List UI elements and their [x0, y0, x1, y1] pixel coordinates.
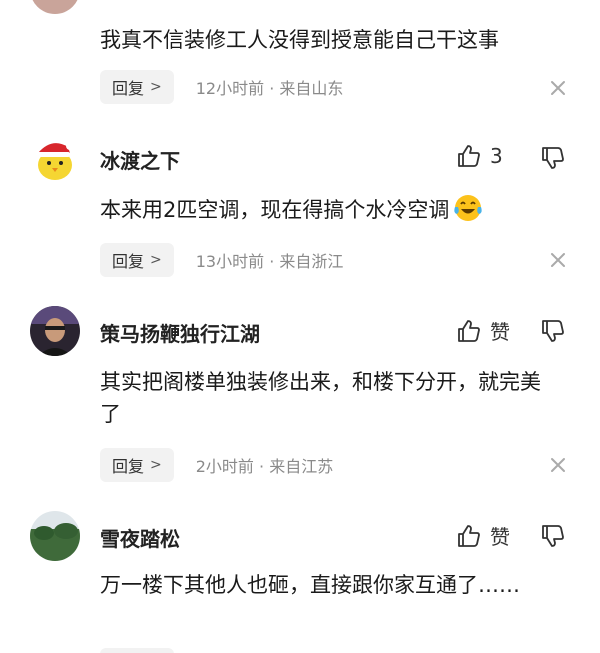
close-icon[interactable] — [548, 250, 568, 270]
reply-label: 回复 — [112, 457, 145, 476]
comment-meta: 12小时前 · 来自山东 — [195, 79, 344, 98]
reply-label: 回复 — [112, 252, 145, 271]
avatar[interactable] — [30, 133, 80, 183]
close-icon[interactable] — [548, 78, 568, 98]
person-avatar-image — [30, 306, 80, 356]
thumbs-up-icon — [458, 524, 480, 547]
dislike-button[interactable] — [540, 523, 566, 553]
chevron-right-icon: > — [150, 79, 162, 95]
close-icon[interactable] — [548, 455, 568, 475]
comment-meta-row: 回复 > — [100, 648, 174, 653]
thumbs-down-icon — [542, 147, 564, 169]
thumbs-up-icon — [458, 319, 480, 342]
comment-meta: 2小时前 · 来自江苏 — [195, 457, 334, 476]
reply-button[interactable]: 回复 > — [100, 448, 174, 482]
like-button[interactable]: 赞 — [456, 316, 510, 345]
thumbs-up-icon — [458, 145, 480, 167]
avatar[interactable] — [30, 306, 80, 356]
avatar[interactable] — [30, 0, 80, 14]
comment-text: 本来用2匹空调，现在得搞个水冷空调 — [100, 198, 450, 222]
comment-content: 万一楼下其他人也砸，直接跟你家互通了…… — [100, 573, 520, 597]
username[interactable]: 策马扬鞭独行江湖 — [100, 318, 260, 347]
like-count: 3 — [490, 144, 503, 168]
thumbs-down-icon — [542, 320, 564, 342]
username[interactable]: 冰渡之下 — [100, 145, 180, 174]
like-label: 赞 — [490, 320, 510, 344]
avatar[interactable] — [30, 511, 80, 561]
dislike-button[interactable] — [540, 318, 566, 348]
dislike-button[interactable] — [540, 145, 566, 175]
username[interactable]: 雪夜踏松 — [100, 523, 180, 552]
chevron-right-icon: > — [150, 252, 162, 268]
laughing-crying-emoji — [454, 195, 483, 221]
comment-meta-row: 回复 > 12小时前 · 来自山东 — [100, 70, 343, 104]
chevron-right-icon: > — [150, 457, 162, 473]
comment-content: 其实把阁楼单独装修出来，和楼下分开，就完美了 — [100, 370, 541, 426]
reply-button[interactable]: 回复 > — [100, 648, 174, 653]
comment-meta: 13小时前 · 来自浙江 — [195, 252, 344, 271]
thumbs-down-icon — [542, 525, 564, 547]
comment-content: 我真不信装修工人没得到授意能自己干这事 — [100, 28, 499, 52]
like-button[interactable]: 赞 — [456, 521, 510, 550]
comment-content: 本来用2匹空调，现在得搞个水冷空调 — [100, 193, 570, 226]
reply-button[interactable]: 回复 > — [100, 243, 174, 277]
like-label: 赞 — [490, 525, 510, 549]
comment-meta-row: 回复 > 13小时前 · 来自浙江 — [100, 243, 343, 277]
comment-meta-row: 回复 > 2小时前 · 来自江苏 — [100, 448, 333, 482]
like-button[interactable]: 3 — [456, 143, 503, 169]
chick-avatar-image — [30, 133, 80, 183]
landscape-avatar-image — [30, 511, 80, 561]
reply-button[interactable]: 回复 > — [100, 70, 174, 104]
reply-label: 回复 — [112, 79, 145, 98]
